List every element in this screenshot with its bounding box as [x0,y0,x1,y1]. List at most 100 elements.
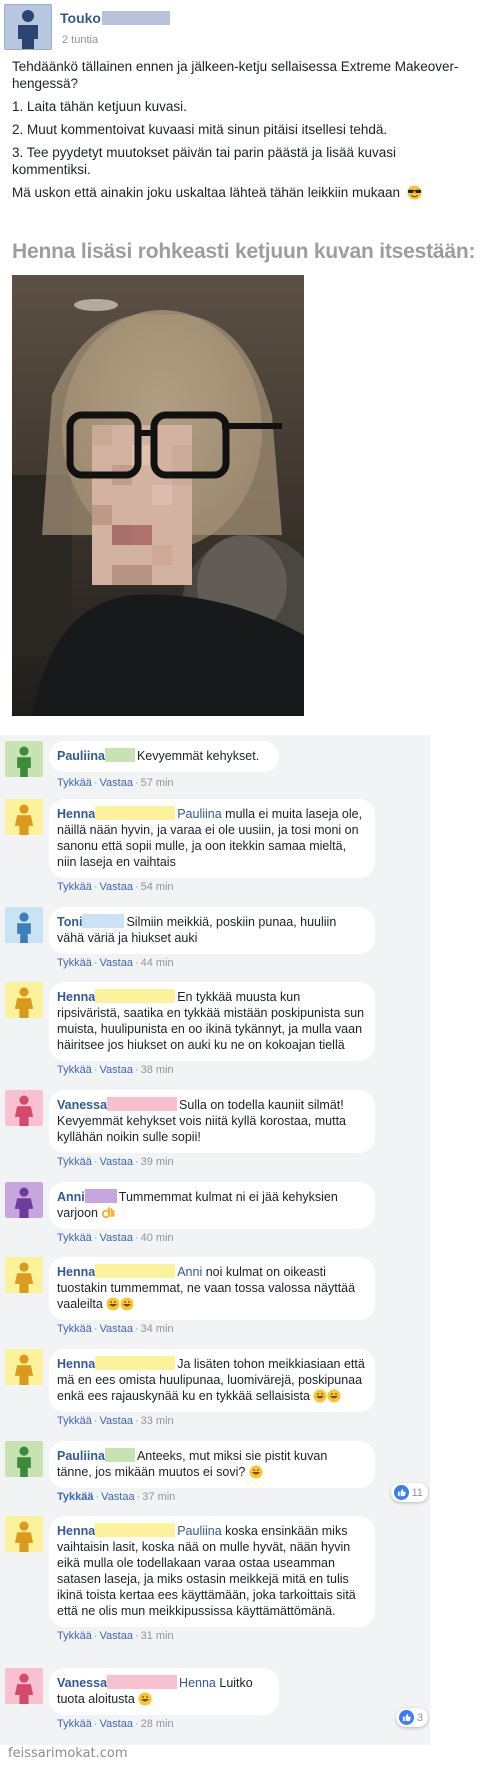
reply-link[interactable]: Vastaa [100,1232,133,1244]
reply-link[interactable]: Vastaa [100,777,133,789]
comment-time[interactable]: 54 min [141,881,174,893]
commenter-avatar[interactable] [5,1516,43,1552]
comment-time[interactable]: 28 min [141,1718,174,1730]
commenter-avatar[interactable] [5,1668,43,1704]
commenter-avatar[interactable] [5,1349,43,1385]
separator: · [93,1232,98,1244]
reply-link[interactable]: Vastaa [100,1064,133,1076]
post-timestamp[interactable]: 2 tuntia [62,34,98,46]
sunglasses-emoji-icon [407,185,422,200]
redacted-surname [101,11,170,25]
commenter-name[interactable]: Henna [57,1357,95,1371]
like-link[interactable]: Tykkää [57,881,92,893]
like-link[interactable]: Tykkää [57,1064,92,1076]
mention-link[interactable]: Anni [177,1265,202,1279]
like-link[interactable]: Tykkää [57,1156,92,1168]
commenter-avatar[interactable] [5,1090,43,1126]
commenter-name[interactable]: Anni [57,1190,85,1204]
commenter-name[interactable]: Pauliina [57,749,105,763]
reply-link[interactable]: Vastaa [100,1415,133,1427]
post-paragraph-text: Mä uskon että ainakin joku uskaltaa läht… [12,185,400,200]
watermark: feissarimokat.com [8,1746,128,1761]
pixelated-face [92,425,192,585]
reply-link[interactable]: Vastaa [100,1323,133,1335]
reply-link[interactable]: Vastaa [100,1156,133,1168]
comment-time[interactable]: 39 min [141,1156,174,1168]
post-paragraph: 1. Laita tähän ketjuun kuvasi. [12,99,187,114]
comment-bubble: Henna Pauliina mulla ei muita laseja ole,… [49,799,375,878]
commenter-name[interactable]: Henna [57,1265,95,1279]
redacted-surname [95,806,176,820]
commenter-name[interactable]: Pauliina [57,1449,105,1463]
commenter-name[interactable]: Henna [57,807,95,821]
commenter-avatar[interactable] [5,982,43,1018]
commenter-avatar[interactable] [5,1441,43,1477]
comment-time[interactable]: 57 min [141,777,174,789]
like-link[interactable]: Tykkää [57,957,92,969]
author-line: Touko [60,10,170,26]
separator: · [93,1630,98,1642]
reply-link[interactable]: Vastaa [100,1630,133,1642]
author-name[interactable]: Touko [60,10,101,26]
comment-actions: Tykkää · Vastaa · 57 min [57,777,174,789]
commenter-avatar[interactable] [5,1257,43,1293]
commenter-name[interactable]: Vanessa [57,1676,107,1690]
comment-time[interactable]: 38 min [141,1064,174,1076]
comment-time[interactable]: 34 min [141,1323,174,1335]
reaction-count[interactable]: 11 [390,1483,428,1502]
post-paragraph: 2. Muut kommentoivat kuvaasi mitä sinun … [12,122,388,137]
commenter-avatar[interactable] [5,741,43,777]
reply-link[interactable]: Vastaa [100,1718,133,1730]
like-link[interactable]: Tykkää [57,1232,92,1244]
like-link[interactable]: Tykkää [57,777,92,789]
comment-time[interactable]: 31 min [141,1630,174,1642]
post-text: Tehdäänkö tällainen ennen ja jälkeen-ket… [12,58,478,207]
comment-time[interactable]: 37 min [142,1491,175,1503]
blurred-selfie-photo[interactable] [12,275,304,716]
mention-link[interactable]: Pauliina [177,1524,221,1538]
like-link[interactable]: Tykkää [57,1323,92,1335]
separator: · [93,1323,98,1335]
comment-time[interactable]: 40 min [141,1232,174,1244]
comment-bubble: Henna Ja lisäten tohon meikkiasiaan että … [49,1349,375,1412]
like-link[interactable]: Tykkää [57,1718,92,1730]
comment-bubble: Vanessa Sulla on todella kauniit silmät! … [49,1090,375,1153]
commenter-name[interactable]: Vanessa [57,1098,107,1112]
commenter-avatar[interactable] [5,907,43,943]
comment-bubble: Toni Silmiin meikkiä, poskiin punaa, huul… [49,907,375,954]
redacted-surname [95,989,176,1003]
separator: · [134,1232,139,1244]
commenter-name[interactable]: Henna [57,990,95,1004]
reply-link[interactable]: Vastaa [100,881,133,893]
separator: · [93,957,98,969]
commenter-name[interactable]: Henna [57,1524,95,1538]
comment-actions: Tykkää · Vastaa · 28 min [57,1718,174,1730]
person-silhouette-icon [18,10,38,49]
comment-time[interactable]: 44 min [141,957,174,969]
like-link[interactable]: Tykkää [57,1491,94,1503]
separator: · [134,1718,139,1730]
author-avatar[interactable] [4,4,52,50]
like-link[interactable]: Tykkää [57,1415,92,1427]
redacted-surname [104,748,135,762]
separator: · [93,1064,98,1076]
reply-link[interactable]: Vastaa [100,957,133,969]
like-link[interactable]: Tykkää [57,1630,92,1642]
separator: · [134,957,139,969]
reaction-count[interactable]: 3 [395,1708,428,1727]
comment-text: koska ensinkään miks vaihtaisin lasit, k… [57,1524,356,1618]
person-silhouette-icon [14,987,34,1018]
person-silhouette-icon [14,1262,34,1293]
overlay-caption: Henna lisäsi rohkeasti ketjuun kuvan its… [12,240,476,263]
reply-link[interactable]: Vastaa [101,1491,134,1503]
comment-time[interactable]: 33 min [141,1415,174,1427]
person-silhouette-icon [14,1354,34,1385]
commenter-avatar[interactable] [5,1182,43,1218]
mention-link[interactable]: Henna [179,1676,216,1690]
separator: · [134,1415,139,1427]
comment-actions: Tykkää · Vastaa · 33 min [57,1415,174,1427]
commenter-name[interactable]: Toni [57,915,82,929]
person-silhouette-icon [14,1673,34,1704]
mention-link[interactable]: Pauliina [177,807,221,821]
commenter-avatar[interactable] [5,799,43,835]
